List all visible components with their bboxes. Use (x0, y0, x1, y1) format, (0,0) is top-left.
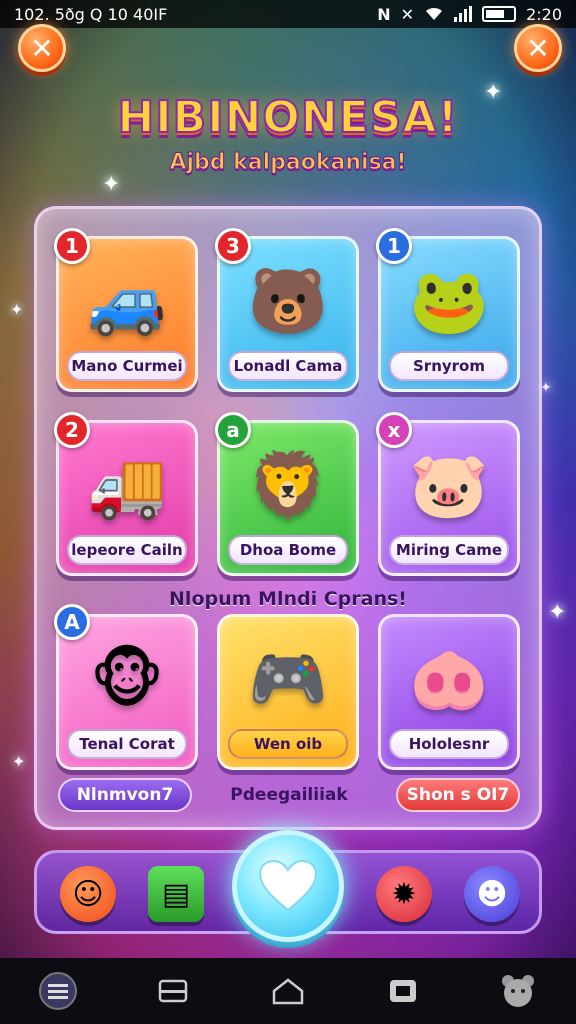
smiley-icon[interactable]: ☺ (60, 866, 116, 922)
menu-button[interactable] (36, 969, 80, 1013)
game-badge: 1 (54, 228, 90, 264)
system-nav-bar (0, 958, 576, 1024)
status-left-text: 102. 5ðg Q 10 40IF (14, 4, 168, 24)
toy-car-icon: 🚙 (87, 265, 167, 339)
back-button[interactable] (151, 969, 195, 1013)
red-monster-icon[interactable]: ✹ (376, 866, 432, 922)
game-card[interactable]: 🎮 Wen oib (217, 614, 359, 770)
mascot-icon (502, 975, 535, 1007)
pill-center: Pdeegailiiak (230, 785, 348, 805)
heart-button[interactable] (232, 830, 344, 942)
green-bear-icon: 🐸 (409, 265, 489, 339)
game-card-label: Hololesnr (389, 729, 509, 759)
backpack-icon[interactable]: ▤ (148, 866, 204, 922)
game-badge: 2 (54, 412, 90, 448)
signal-icon (454, 6, 473, 22)
pig-rocket-icon: 🐷 (409, 449, 489, 523)
blue-ghost-icon[interactable]: ☻ (464, 866, 520, 922)
sparkle-icon: ✦ (12, 752, 26, 771)
section-caption: Nlopum Mlndi Cprans! (169, 588, 407, 610)
close-icon: ✕ (30, 31, 54, 65)
close-button-left[interactable]: ✕ (18, 24, 66, 72)
game-card-label: Wen oib (228, 729, 348, 759)
battery-icon (482, 6, 517, 22)
home-icon (272, 978, 304, 1005)
pill-left[interactable]: Nlnmvon7 (58, 778, 192, 812)
lion-icon: 🦁 (248, 449, 328, 523)
recent-icon (390, 980, 417, 1002)
friends-icon: 🐵 (90, 643, 164, 717)
game-badge: 1 (376, 228, 412, 264)
game-badge: 3 (215, 228, 251, 264)
blue-truck-icon: 🚚 (87, 449, 167, 523)
sparkle-icon: ✦ (10, 300, 24, 319)
game-card-label: Dhoa Bome (228, 535, 348, 565)
menu-icon (38, 972, 77, 1010)
back-icon (158, 979, 188, 1003)
game-card-label: lepeore Cailn (67, 535, 187, 565)
game-card-label: Tenal Corat (67, 729, 187, 759)
bears-icon: 🐻 (248, 265, 328, 339)
close-button-right[interactable]: ✕ (514, 24, 562, 72)
sparkle-icon: ✦ (102, 172, 121, 197)
mute-icon: ✕ (400, 4, 415, 24)
nfc-icon: N (377, 4, 391, 24)
close-icon: ✕ (526, 31, 550, 65)
game-badge: x (376, 412, 412, 448)
game-title: HIBINONESA! (116, 91, 459, 144)
home-button[interactable] (266, 969, 310, 1013)
status-time: 2:20 (526, 4, 562, 24)
heart-icon (258, 860, 318, 912)
recent-button[interactable] (381, 969, 425, 1013)
status-bar: 102. 5ðg Q 10 40IF N ✕ 2:20 (0, 0, 576, 28)
wifi-icon (426, 7, 443, 20)
mascot-button[interactable] (496, 969, 540, 1013)
game-card[interactable]: 🐽 Hololesnr (378, 614, 520, 770)
game-card-label: Lonadl Cama (228, 351, 348, 381)
game-card-label: Miring Came (389, 535, 509, 565)
pill-right[interactable]: Shon s OI7 (396, 778, 520, 812)
game-badge: A (54, 604, 90, 640)
game-subtitle: Ajbd kalpaokanisa! (169, 150, 407, 176)
gadget-icon: 🎮 (248, 643, 328, 717)
game-card-label: Srnyrom (389, 351, 509, 381)
game-card-label: Mano Curmei (67, 351, 187, 381)
robot-pig-icon: 🐽 (409, 643, 489, 717)
game-badge: a (215, 412, 251, 448)
